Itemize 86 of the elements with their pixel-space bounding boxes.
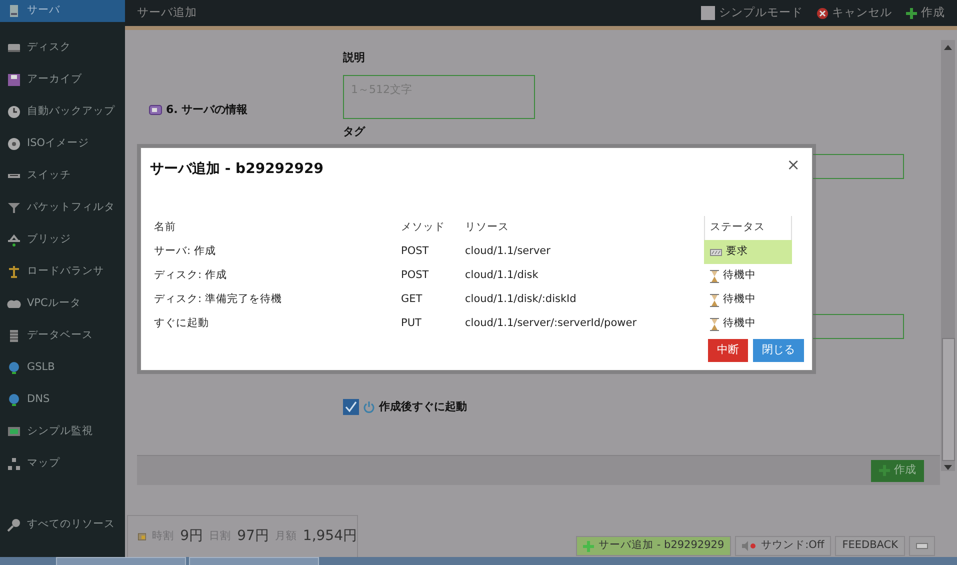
- search-icon: [7, 518, 21, 532]
- sidebar-item[interactable]: サーバ: [0, 0, 125, 22]
- feedback-button[interactable]: FEEDBACK: [835, 536, 905, 556]
- plus-icon: [582, 540, 594, 552]
- table-cell-text: cloud/1.1/disk/:diskId: [465, 292, 578, 308]
- table-cell-text: POST: [401, 268, 430, 284]
- globe-icon: [7, 393, 21, 407]
- scrollbar-thumb[interactable]: [942, 338, 954, 461]
- sidebar-item[interactable]: アーカイブ: [0, 64, 125, 96]
- bridge-icon: [7, 233, 21, 247]
- price-value: 1,954円: [302, 527, 357, 546]
- status-cell: 待機中: [704, 312, 792, 336]
- scroll-down-icon[interactable]: [944, 465, 952, 471]
- create-link[interactable]: 作成: [921, 4, 945, 22]
- sidebar-item[interactable]: マップ: [0, 448, 125, 480]
- hourglass-icon: [710, 294, 719, 306]
- scroll-up-icon[interactable]: [944, 44, 952, 50]
- id-card-icon: [149, 105, 162, 116]
- field-label: タグ: [343, 124, 365, 138]
- table-cell-text: サーバ: 作成: [154, 244, 217, 260]
- clock-icon: [7, 105, 21, 119]
- cloud-icon: [7, 297, 21, 311]
- table-cell-text: cloud/1.1/disk: [465, 268, 540, 284]
- globe-icon: [7, 361, 21, 375]
- column-header: メソッド: [401, 220, 446, 236]
- scrollbar[interactable]: [941, 40, 955, 471]
- create-button[interactable]: 作成: [871, 460, 924, 482]
- plus-icon: [906, 8, 917, 18]
- sidebar-item[interactable]: ISOイメージ: [0, 128, 125, 160]
- server-icon: [7, 4, 21, 18]
- sidebar-item[interactable]: ディスク: [0, 32, 125, 64]
- table-cell-text: ディスク: 準備完了を待機: [154, 292, 283, 308]
- sidebar-item[interactable]: DNS: [0, 384, 125, 416]
- table-cell-text: すぐに起動: [154, 316, 210, 332]
- task-button[interactable]: サーバ追加 - b29292929: [576, 536, 732, 556]
- table-cell-text: PUT: [401, 316, 422, 332]
- hourglass-icon: [710, 318, 719, 330]
- price-value: 97円: [237, 527, 269, 546]
- filter-icon: [7, 201, 21, 215]
- disc-icon: [7, 137, 21, 151]
- sidebar-item[interactable]: パケットフィルタ: [0, 192, 125, 224]
- sidebar-item[interactable]: ロードバランサ: [0, 256, 125, 288]
- checkbox[interactable]: [701, 6, 715, 20]
- table-cell-text: ディスク: 作成: [154, 268, 228, 284]
- keyboard-icon: [916, 543, 928, 549]
- table-cell-text: cloud/1.1/server: [465, 244, 552, 260]
- power-icon: [363, 400, 375, 413]
- close-icon: [817, 8, 828, 18]
- sidebar-item[interactable]: VPCルータ: [0, 288, 125, 320]
- sidebar-item[interactable]: 自動バックアップ: [0, 96, 125, 128]
- checkbox[interactable]: [343, 398, 359, 415]
- speaker-mute-icon: [742, 541, 756, 551]
- floppy-icon: [7, 73, 21, 87]
- hourglass-icon: [710, 270, 719, 282]
- status-cell: 待機中: [704, 288, 792, 312]
- checkbox-label[interactable]: シンプルモード: [719, 4, 803, 22]
- table-cell-text: cloud/1.1/server/:serverId/power: [465, 316, 638, 332]
- monitor-icon: [7, 425, 21, 439]
- status-cell: 待機中: [704, 264, 792, 288]
- status-cell: 要求: [704, 240, 792, 264]
- price-value: 9円: [180, 527, 204, 546]
- sidebar-item[interactable]: GSLB: [0, 352, 125, 384]
- column-header: リソース: [465, 220, 510, 236]
- section-heading: 6. サーバの情報: [166, 102, 248, 118]
- field-label: 説明: [343, 50, 366, 66]
- progress-icon: [710, 248, 722, 256]
- table-cell-text: GET: [401, 292, 424, 308]
- sidebar-item[interactable]: すべてのリソース: [0, 509, 125, 541]
- checkbox-label[interactable]: 作成後すぐに起動: [379, 398, 467, 415]
- table-cell-text: POST: [401, 244, 430, 260]
- sidebar-item[interactable]: ブリッジ: [0, 224, 125, 256]
- sidebar-item[interactable]: スイッチ: [0, 160, 125, 192]
- abort-button[interactable]: 中断: [708, 339, 748, 362]
- database-icon: [7, 329, 21, 343]
- close-button[interactable]: 閉じる: [753, 339, 804, 362]
- sidebar-item[interactable]: データベース: [0, 320, 125, 352]
- dialog-title: サーバ追加 - b29292929: [150, 160, 324, 179]
- page-title: サーバ追加: [137, 4, 197, 22]
- sitemap-icon: [7, 457, 21, 471]
- column-header: 名前: [154, 220, 177, 236]
- sound-button[interactable]: サウンド:Off: [735, 536, 832, 556]
- close-button[interactable]: ×: [782, 157, 804, 173]
- sidebar-item[interactable]: シンプル監視: [0, 416, 125, 448]
- plus-icon: [879, 465, 890, 476]
- cancel-link[interactable]: キャンセル: [832, 4, 892, 22]
- keyboard-button[interactable]: [909, 536, 935, 556]
